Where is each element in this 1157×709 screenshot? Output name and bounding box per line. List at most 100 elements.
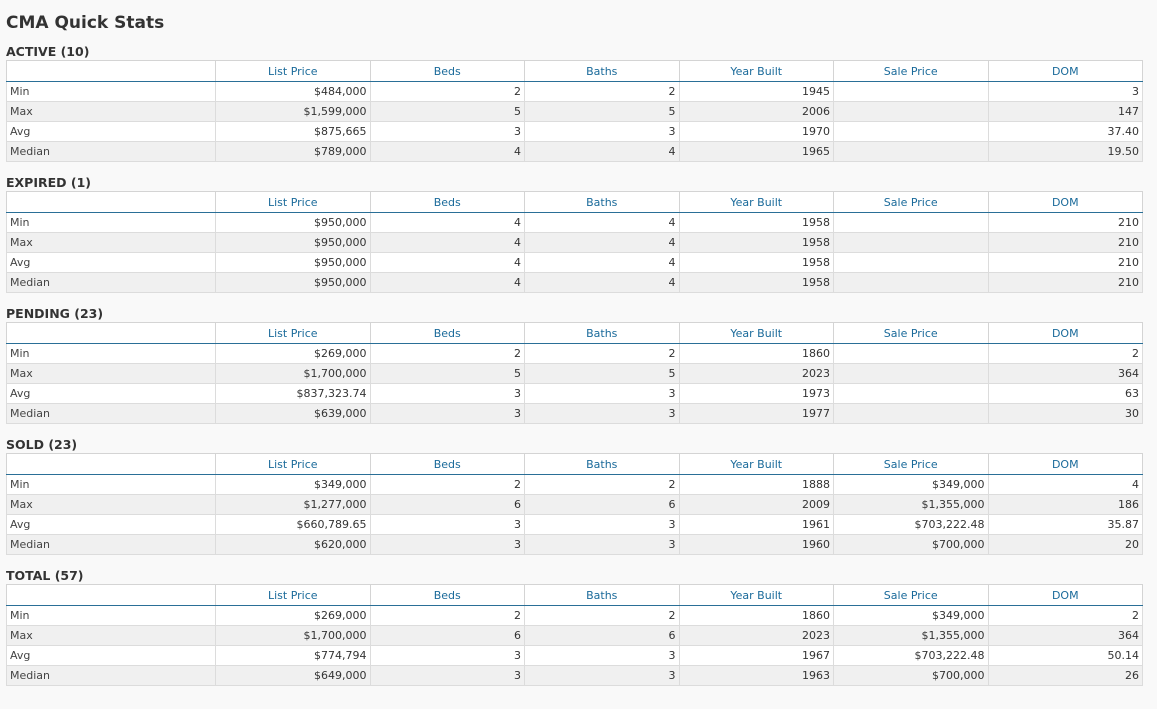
- cell-list-price: $950,000: [215, 252, 371, 273]
- header-row: List Price Beds Baths Year Built Sale Price D…: [6, 322, 1143, 344]
- cell-beds: 3: [369, 645, 525, 666]
- row-label: Avg: [6, 121, 216, 142]
- header-row: List Price Beds Baths Year Built Sale Price D…: [6, 191, 1143, 213]
- column-header-baths: Baths: [524, 60, 680, 82]
- column-header-sale-price: Sale Price: [833, 453, 989, 475]
- column-header-dom: DOM: [987, 60, 1143, 82]
- cell-year-built: 1945: [678, 81, 834, 102]
- stats-table: List Price Beds Baths Year Built Sale Price D…: [6, 584, 1143, 686]
- column-header-list-price: List Price: [215, 584, 371, 606]
- cell-year-built: 1958: [678, 272, 834, 293]
- column-header-list-price: List Price: [215, 322, 371, 344]
- cell-year-built: 1977: [678, 403, 834, 424]
- cell-dom: 19.50: [987, 141, 1143, 162]
- cell-sale-price: [833, 252, 989, 273]
- table-row: Avg $774,794 3 3 1967 $703,222.48 50.14: [6, 645, 1143, 666]
- column-header-beds: Beds: [369, 322, 525, 344]
- cell-year-built: 1888: [678, 474, 834, 495]
- cell-list-price: $269,000: [215, 605, 371, 626]
- cell-baths: 6: [524, 625, 680, 646]
- table-row: Median $620,000 3 3 1960 $700,000 20: [6, 534, 1143, 555]
- cell-dom: 63: [987, 383, 1143, 404]
- cell-beds: 4: [369, 252, 525, 273]
- table-row: Max $1,700,000 6 6 2023 $1,355,000 364: [6, 625, 1143, 646]
- cell-beds: 2: [369, 343, 525, 364]
- cell-sale-price: [833, 343, 989, 364]
- cell-dom: 30: [987, 403, 1143, 424]
- cell-sale-price: [833, 403, 989, 424]
- cell-baths: 5: [524, 101, 680, 122]
- table-row: Max $1,700,000 5 5 2023 364: [6, 363, 1143, 384]
- cell-sale-price: $1,355,000: [833, 625, 989, 646]
- column-header-list-price: List Price: [215, 60, 371, 82]
- cell-sale-price: [833, 141, 989, 162]
- cell-sale-price: [833, 101, 989, 122]
- section-title: SOLD (23): [6, 437, 78, 452]
- cell-dom: 210: [987, 212, 1143, 233]
- header-row: List Price Beds Baths Year Built Sale Price D…: [6, 453, 1143, 475]
- header-row: List Price Beds Baths Year Built Sale Price D…: [6, 584, 1143, 606]
- cell-dom: 3: [987, 81, 1143, 102]
- row-label: Min: [6, 212, 216, 233]
- stats-table: List Price Beds Baths Year Built Sale Price D…: [6, 60, 1143, 162]
- cell-sale-price: $700,000: [833, 534, 989, 555]
- row-label: Median: [6, 534, 216, 555]
- column-header-year-built: Year Built: [678, 584, 834, 606]
- column-header-sale-price: Sale Price: [833, 191, 989, 213]
- header-blank-cell: [6, 322, 216, 344]
- row-label: Min: [6, 605, 216, 626]
- cell-year-built: 1963: [678, 665, 834, 686]
- table-row: Median $639,000 3 3 1977 30: [6, 403, 1143, 424]
- cell-list-price: $1,700,000: [215, 625, 371, 646]
- cell-list-price: $837,323.74: [215, 383, 371, 404]
- column-header-dom: DOM: [987, 322, 1143, 344]
- cell-dom: 2: [987, 343, 1143, 364]
- cell-beds: 3: [369, 121, 525, 142]
- cell-year-built: 2009: [678, 494, 834, 515]
- cell-list-price: $649,000: [215, 665, 371, 686]
- row-label: Min: [6, 343, 216, 364]
- cell-list-price: $950,000: [215, 272, 371, 293]
- table-row: Avg $950,000 4 4 1958 210: [6, 252, 1143, 273]
- cell-list-price: $269,000: [215, 343, 371, 364]
- cell-year-built: 1958: [678, 232, 834, 253]
- cell-beds: 6: [369, 625, 525, 646]
- cell-dom: 210: [987, 272, 1143, 293]
- header-blank-cell: [6, 60, 216, 82]
- cell-beds: 4: [369, 232, 525, 253]
- cell-beds: 3: [369, 514, 525, 535]
- cell-sale-price: [833, 272, 989, 293]
- cell-year-built: 1958: [678, 212, 834, 233]
- page-title: CMA Quick Stats: [6, 13, 165, 33]
- cell-dom: 210: [987, 232, 1143, 253]
- cell-baths: 4: [524, 272, 680, 293]
- column-header-year-built: Year Built: [678, 191, 834, 213]
- table-row: Min $950,000 4 4 1958 210: [6, 212, 1143, 233]
- cell-sale-price: $1,355,000: [833, 494, 989, 515]
- row-label: Median: [6, 403, 216, 424]
- cell-baths: 3: [524, 383, 680, 404]
- column-header-year-built: Year Built: [678, 322, 834, 344]
- cell-list-price: $484,000: [215, 81, 371, 102]
- cell-beds: 4: [369, 272, 525, 293]
- section-title: ACTIVE (10): [6, 44, 90, 59]
- column-header-dom: DOM: [987, 584, 1143, 606]
- column-header-dom: DOM: [987, 191, 1143, 213]
- cell-beds: 3: [369, 403, 525, 424]
- cell-dom: 50.14: [987, 645, 1143, 666]
- cell-baths: 2: [524, 605, 680, 626]
- cell-list-price: $349,000: [215, 474, 371, 495]
- column-header-sale-price: Sale Price: [833, 60, 989, 82]
- cell-beds: 2: [369, 474, 525, 495]
- header-row: List Price Beds Baths Year Built Sale Price D…: [6, 60, 1143, 82]
- cell-baths: 6: [524, 494, 680, 515]
- cell-dom: 210: [987, 252, 1143, 273]
- cell-year-built: 1965: [678, 141, 834, 162]
- row-label: Max: [6, 232, 216, 253]
- cell-baths: 2: [524, 343, 680, 364]
- cell-list-price: $1,700,000: [215, 363, 371, 384]
- cell-beds: 2: [369, 605, 525, 626]
- row-label: Max: [6, 625, 216, 646]
- cell-beds: 5: [369, 101, 525, 122]
- row-label: Avg: [6, 252, 216, 273]
